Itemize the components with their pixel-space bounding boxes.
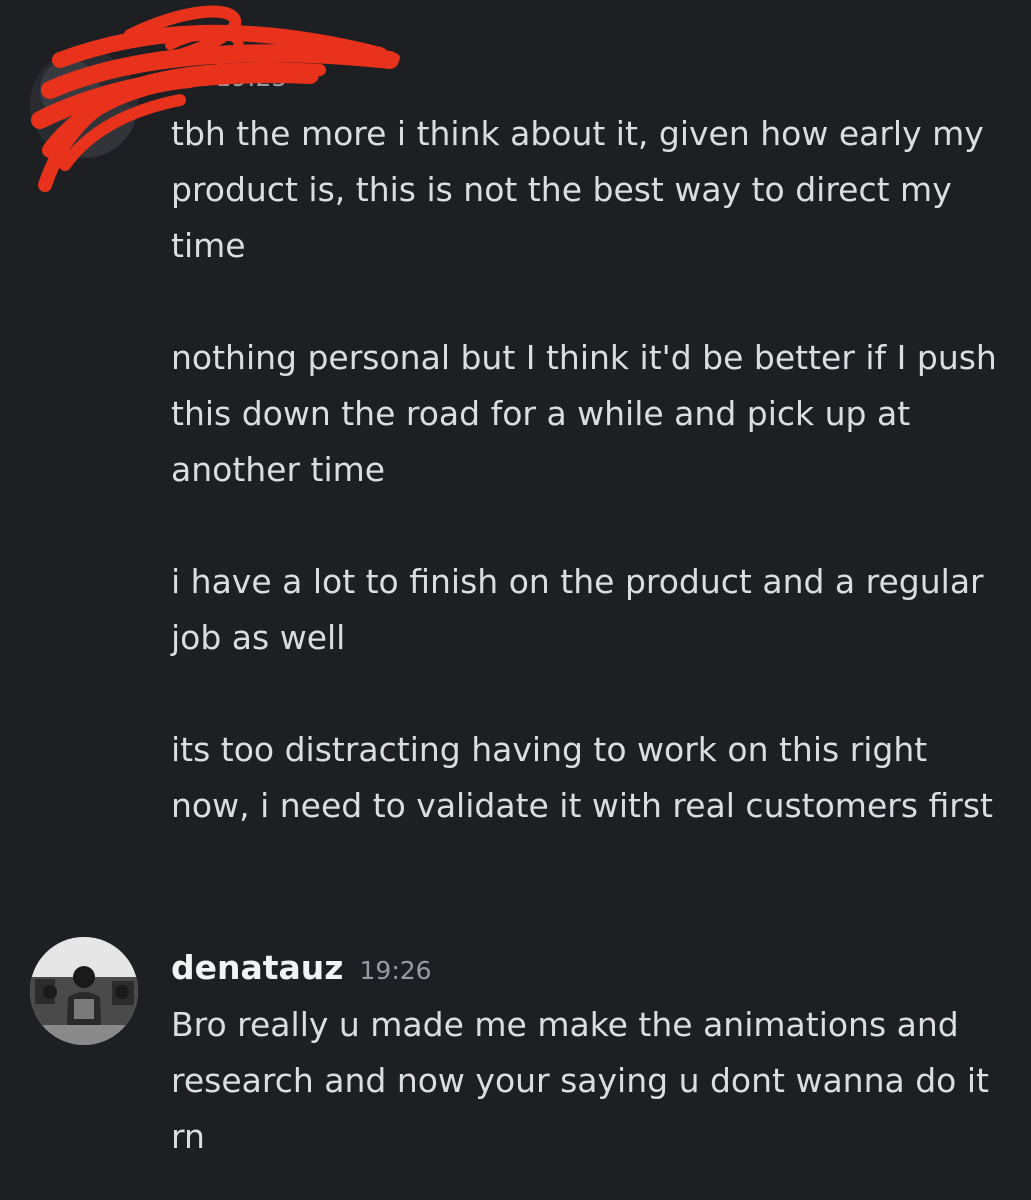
message-header: ..a. 19:25 bbox=[171, 62, 287, 93]
message-paragraph: Bro really u made me make the animations… bbox=[171, 1005, 989, 1156]
message-paragraph: its too distracting having to work on th… bbox=[171, 730, 993, 825]
message-header: denatauz 19:26 bbox=[171, 948, 432, 987]
avatar[interactable] bbox=[30, 937, 138, 1045]
user-avatar-photo-icon bbox=[30, 937, 138, 1045]
username[interactable]: denatauz bbox=[171, 948, 344, 987]
message-body: tbh the more i think about it, given how… bbox=[171, 106, 1016, 834]
message-paragraph: tbh the more i think about it, given how… bbox=[171, 114, 984, 265]
message-paragraph: i have a lot to finish on the product an… bbox=[171, 562, 984, 657]
timestamp: 19:25 bbox=[215, 63, 288, 92]
message-paragraph: nothing personal but I think it'd be bet… bbox=[171, 338, 997, 489]
message-body: Bro really u made me make the animations… bbox=[171, 997, 1016, 1165]
timestamp: 19:26 bbox=[359, 956, 432, 985]
user-avatar-icon bbox=[30, 50, 138, 158]
username[interactable]: ..a. bbox=[171, 62, 210, 93]
avatar[interactable] bbox=[30, 50, 138, 158]
chat-log: ..a. 19:25 tbh the more i think about it,… bbox=[0, 0, 1031, 1200]
